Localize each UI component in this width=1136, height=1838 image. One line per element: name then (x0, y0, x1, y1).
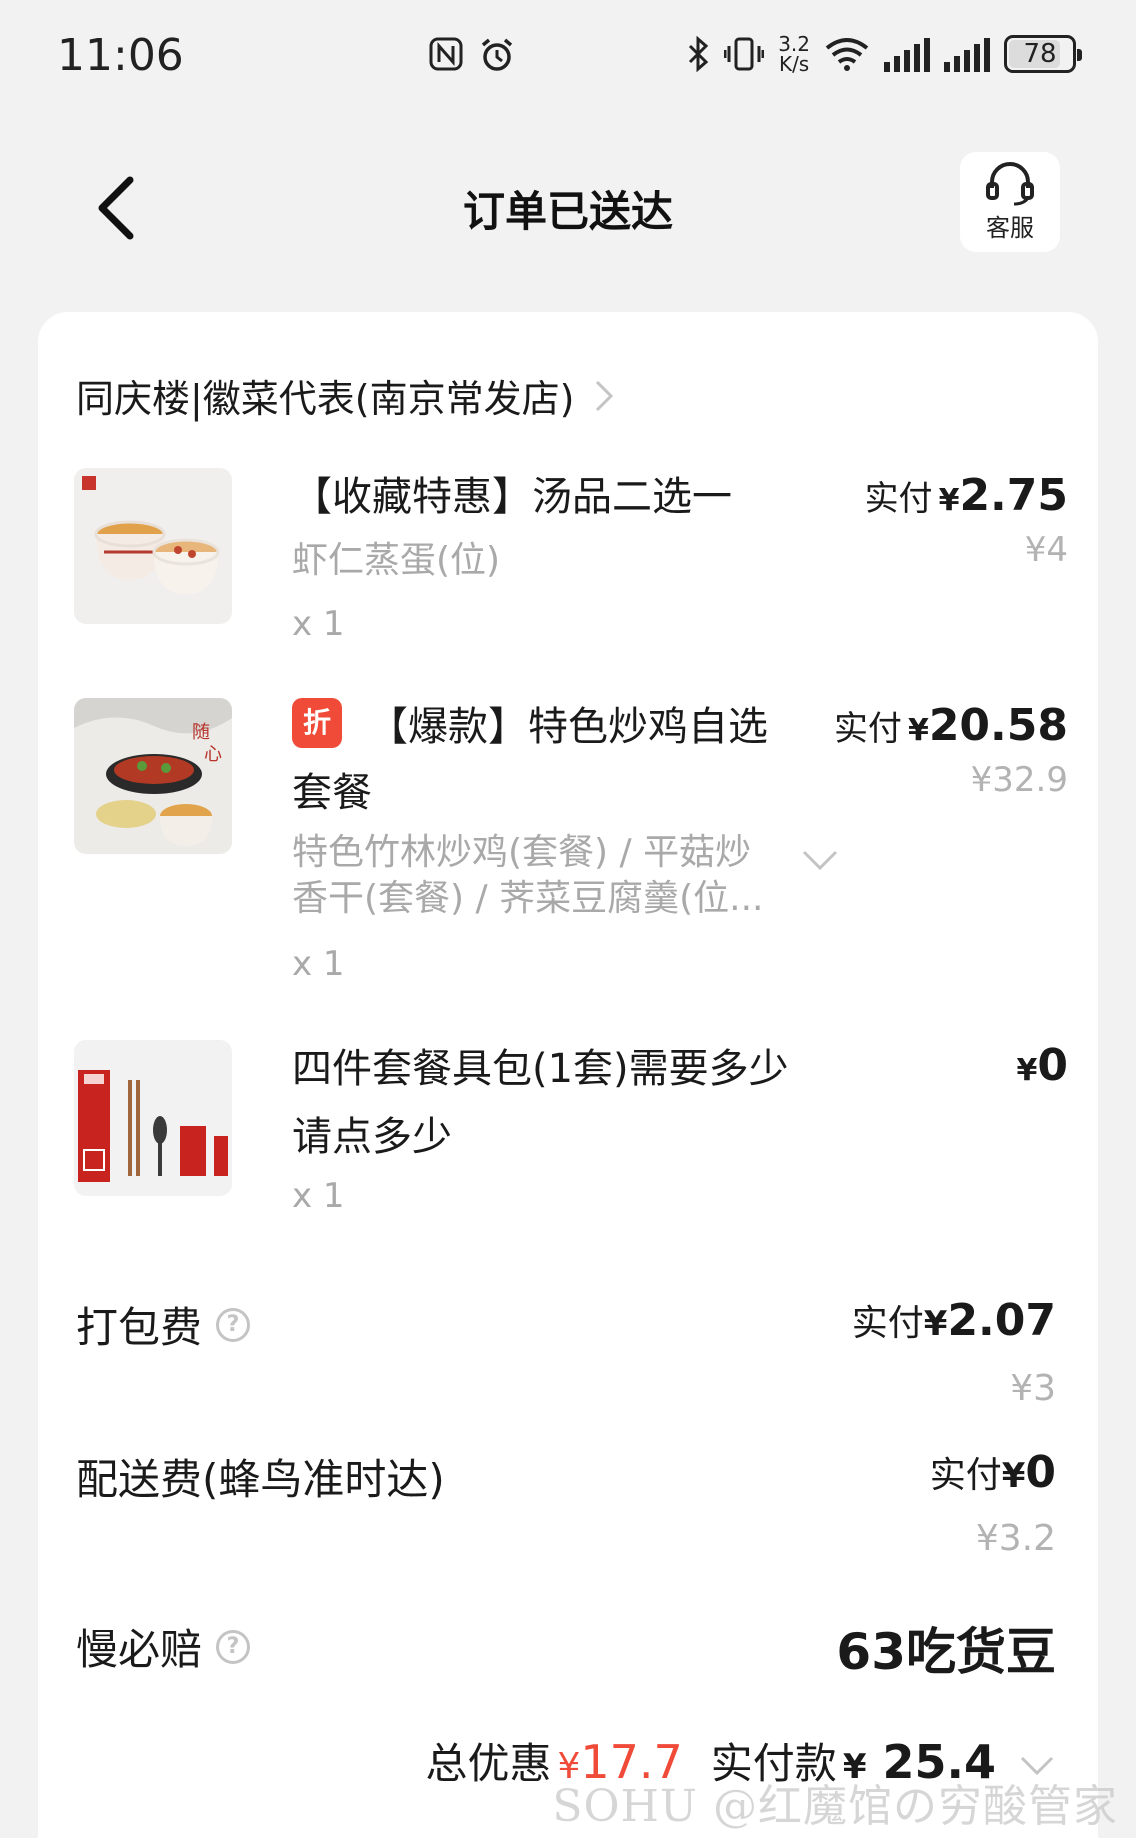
late-compensation-label: 慢必赔 ? (76, 1616, 251, 1677)
item-paid-price: 实付 ¥20.58 (833, 700, 1068, 751)
item-spec-line1: 特色竹林炒鸡(套餐) / 平菇炒 (292, 832, 752, 873)
vibrate-icon (724, 37, 765, 71)
nfc-icon (429, 37, 463, 71)
item-original-price: ¥32.9 (970, 760, 1068, 800)
item-title-line2: 请点多少 (292, 1114, 452, 1160)
delivery-fee-paid: 实付¥0 (929, 1447, 1056, 1498)
header: 订单已送达 客服 (0, 130, 1136, 270)
order-card: 同庆楼|徽菜代表(南京常发店) 【收藏特惠】汤品二选一 虾仁蒸蛋(位) x 1 (38, 312, 1098, 1838)
discount-tag: 折 (292, 698, 342, 748)
signal-icon-1 (884, 36, 930, 72)
item-paid-price: ¥0 (1016, 1040, 1069, 1091)
order-item[interactable]: 四件套餐具包(1套)需要多少 请点多少 x 1 ¥0 (74, 1040, 1074, 1220)
chevron-down-icon[interactable] (800, 848, 840, 872)
battery-level: 78 (1023, 39, 1057, 69)
item-title-line2: 套餐 (292, 770, 372, 816)
help-icon[interactable]: ? (216, 1629, 251, 1664)
item-title: 四件套餐具包(1套)需要多少 (292, 1046, 789, 1092)
shop-name: 同庆楼|徽菜代表(南京常发店) (76, 377, 575, 421)
service-label: 客服 (986, 213, 1034, 242)
total-discount-label: 总优惠 (425, 1739, 552, 1788)
status-icons-right: 3.2 K/s 78 (686, 32, 1082, 76)
packing-fee-label: 打包费 ? (76, 1294, 251, 1355)
item-title: 折【爆款】特色炒鸡自选 (292, 694, 768, 760)
net-speed: 3.2 K/s (778, 32, 810, 76)
item-image-steamed-egg (74, 468, 232, 624)
delivery-fee-label: 配送费(蜂鸟准时达) (76, 1455, 445, 1504)
late-compensation-value: 63吃货豆 (836, 1623, 1056, 1681)
status-time: 11:06 (57, 30, 184, 81)
item-image-fried-chicken-set: 随 心 (74, 698, 232, 854)
item-spec-line2: 香干(套餐) / 荠菜豆腐羹(位... (292, 878, 764, 919)
order-item[interactable]: 随 心 折【爆款】特色炒鸡自选 套餐 特色竹林炒鸡(套餐) / 平菇炒 香干(套… (74, 698, 1074, 984)
item-quantity: x 1 (292, 944, 345, 984)
help-icon[interactable]: ? (216, 1307, 251, 1342)
packing-fee-original: ¥3 (1010, 1368, 1056, 1409)
item-title: 【收藏特惠】汤品二选一 (292, 474, 732, 520)
delivery-fee-original: ¥3.2 (975, 1518, 1056, 1559)
watermark: SOHU @红魔馆の穷酸管家 (552, 1781, 1118, 1832)
item-image-tableware-pack (74, 1040, 232, 1196)
customer-service-button[interactable]: 客服 (960, 152, 1060, 252)
packing-fee-paid: 实付¥2.07 (851, 1295, 1056, 1346)
item-quantity: x 1 (292, 604, 345, 644)
headset-icon (986, 161, 1034, 205)
order-item[interactable]: 【收藏特惠】汤品二选一 虾仁蒸蛋(位) x 1 实付 ¥2.75 ¥4 (74, 468, 1074, 644)
signal-icon-2 (944, 36, 990, 72)
svg-text:心: 心 (204, 744, 222, 765)
item-spec: 虾仁蒸蛋(位) (292, 540, 501, 581)
battery-icon: 78 (1004, 35, 1082, 73)
bluetooth-icon (689, 36, 709, 72)
status-bar: 11:06 3.2 K/s 78 (0, 0, 1136, 112)
shop-link[interactable]: 同庆楼|徽菜代表(南京常发店) (76, 368, 616, 423)
chevron-right-icon (596, 380, 614, 411)
svg-text:随: 随 (192, 722, 210, 743)
status-icons-left (428, 36, 516, 74)
alarm-icon (481, 38, 513, 71)
item-original-price: ¥4 (1024, 530, 1068, 570)
wifi-icon (825, 38, 869, 71)
item-paid-price: 实付 ¥2.75 (864, 470, 1068, 521)
item-quantity: x 1 (292, 1176, 345, 1216)
